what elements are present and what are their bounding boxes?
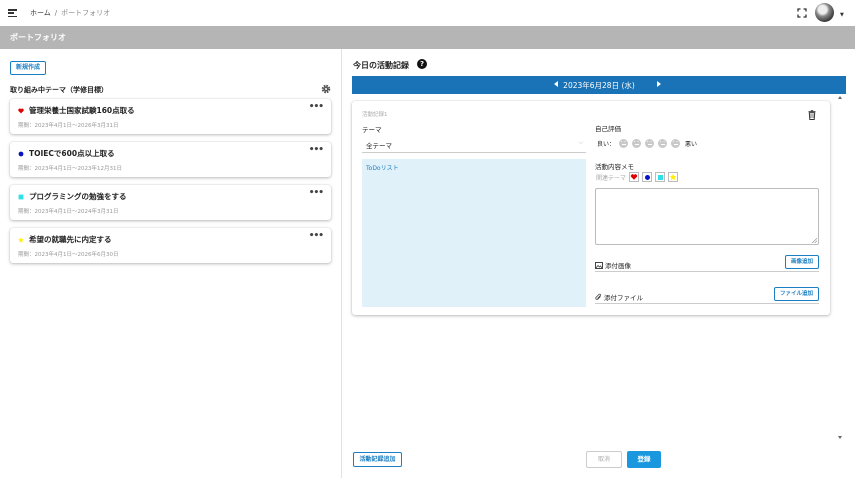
- rating-good-colon: ：: [609, 141, 616, 148]
- attach-file-row: 添付ファイル ファイル追加: [595, 286, 819, 304]
- related-circle-chip[interactable]: [642, 172, 653, 182]
- theme-period: 期間：2023年4月1日〜2026年6月30日: [18, 252, 119, 258]
- memo-label: 活動内容メモ: [595, 163, 634, 171]
- theme-card[interactable]: プログラミングの勉強をする 期間：2023年4月1日〜2024年3月31日 ••…: [10, 185, 331, 220]
- attach-image-label: 添付画像: [605, 262, 631, 270]
- more-options-icon[interactable]: •••: [309, 188, 324, 198]
- rating-good-label: 良い: [597, 141, 610, 148]
- resize-handle[interactable]: [812, 238, 817, 243]
- heart-icon: [630, 174, 638, 180]
- face-icon-1[interactable]: [619, 139, 629, 148]
- more-options-icon[interactable]: •••: [309, 102, 324, 112]
- self-eval-label: 自己評価: [595, 125, 621, 133]
- theme-period: 期間：2023年4月1日〜2024年3月31日: [18, 209, 119, 215]
- page-title: ポートフォリオ: [10, 33, 66, 42]
- menu-icon[interactable]: [8, 9, 17, 18]
- heart-icon: [18, 108, 24, 114]
- todo-list-label: ToDoリスト: [366, 165, 399, 172]
- related-heart-chip[interactable]: [629, 172, 640, 182]
- gear-icon[interactable]: [321, 84, 331, 94]
- cancel-button[interactable]: 取消: [586, 451, 622, 468]
- scrollbar[interactable]: [836, 94, 845, 441]
- theme-period: 期間：2023年4月1日〜2023年12月31日: [18, 166, 122, 172]
- face-icon-3[interactable]: [645, 139, 655, 148]
- add-image-button[interactable]: 画像追加: [784, 255, 819, 269]
- related-star-chip[interactable]: [668, 172, 679, 182]
- record-label: 活動記録1: [362, 112, 388, 118]
- attach-image-row: 添付画像 画像追加: [595, 254, 819, 272]
- memo-textarea[interactable]: [595, 188, 819, 245]
- attach-file-label: 添付ファイル: [604, 294, 643, 302]
- breadcrumb: ホーム / ポートフォリオ: [30, 8, 110, 18]
- rating-bad-label: 悪い: [685, 141, 698, 148]
- section-title: 取り組み中テーマ（学修目標）: [10, 86, 108, 94]
- breadcrumb-current: ポートフォリオ: [61, 9, 111, 17]
- scroll-up-icon[interactable]: [838, 96, 842, 99]
- square-icon: [657, 174, 663, 180]
- theme-title: プログラミングの勉強をする: [29, 192, 127, 201]
- star-icon: [18, 237, 24, 243]
- help-icon[interactable]: ?: [417, 59, 427, 69]
- theme-title: 管理栄養士国家試験160点取る: [29, 106, 135, 115]
- face-icon-4[interactable]: [658, 139, 668, 148]
- image-icon: [595, 261, 603, 269]
- attach-file-label-wrap: 添付ファイル: [595, 292, 643, 302]
- self-eval-rating: 良い： 悪い: [597, 139, 697, 148]
- fullscreen-icon[interactable]: [797, 8, 807, 18]
- theme-card[interactable]: TOIECで600点以上取る 期間：2023年4月1日〜2023年12月31日 …: [10, 142, 331, 177]
- breadcrumb-separator: /: [54, 9, 58, 17]
- activity-record-card: 活動記録1 テーマ 全テーマ ⌵ ToDoリスト 自己評価 良い： 悪い 活動内…: [352, 101, 830, 315]
- face-icon-5[interactable]: [671, 139, 681, 148]
- activity-panel: 今日の活動記録 ? 2023年6月28日 (水) 活動記録1 テーマ 全テーマ …: [343, 49, 855, 478]
- avatar[interactable]: [815, 3, 834, 22]
- submit-button[interactable]: 登録: [627, 451, 661, 468]
- more-options-icon[interactable]: •••: [309, 145, 324, 155]
- next-date-icon[interactable]: [657, 81, 661, 87]
- related-label: 関連テーマ: [596, 174, 627, 182]
- star-icon: [669, 173, 677, 181]
- related-themes: 関連テーマ: [596, 172, 679, 182]
- chevron-down-icon: ⌵: [578, 139, 583, 146]
- more-options-icon[interactable]: •••: [309, 231, 324, 241]
- circle-icon: [18, 151, 24, 157]
- paperclip-icon: [595, 293, 601, 300]
- todo-list[interactable]: ToDoリスト: [362, 159, 586, 307]
- date-navigator: 2023年6月28日 (水): [352, 76, 846, 94]
- page-title-bar: ポートフォリオ: [0, 26, 855, 49]
- theme-select[interactable]: 全テーマ ⌵: [362, 134, 586, 153]
- face-icon-2[interactable]: [632, 139, 642, 148]
- new-theme-button[interactable]: 新規作成: [10, 61, 46, 75]
- circle-icon: [644, 174, 650, 180]
- theme-period: 期間：2023年4月1日〜2026年3月31日: [18, 123, 119, 129]
- theme-panel: 新規作成 取り組み中テーマ（学修目標） 管理栄養士国家試験160点取る 期間：2…: [0, 49, 342, 478]
- add-file-button[interactable]: ファイル追加: [773, 287, 819, 301]
- activity-title: 今日の活動記録: [353, 61, 409, 70]
- theme-field-label: テーマ: [362, 126, 382, 134]
- square-icon: [18, 194, 24, 200]
- breadcrumb-home[interactable]: ホーム: [30, 9, 51, 17]
- theme-card[interactable]: 希望の就職先に内定する 期間：2023年4月1日〜2026年6月30日 •••: [10, 228, 331, 263]
- theme-card[interactable]: 管理栄養士国家試験160点取る 期間：2023年4月1日〜2026年3月31日 …: [10, 99, 331, 134]
- scroll-down-icon[interactable]: [838, 436, 842, 439]
- related-square-chip[interactable]: [655, 172, 666, 182]
- chevron-down-icon[interactable]: ▼: [840, 12, 844, 18]
- theme-title: TOIECで600点以上取る: [29, 149, 115, 158]
- top-bar: ホーム / ポートフォリオ ▼: [0, 0, 855, 26]
- attach-image-label-wrap: 添付画像: [595, 260, 631, 270]
- theme-select-value: 全テーマ: [366, 142, 392, 150]
- theme-title: 希望の就職先に内定する: [29, 235, 112, 244]
- current-date: 2023年6月28日 (水): [563, 81, 635, 90]
- trash-icon[interactable]: [808, 110, 816, 120]
- add-record-button[interactable]: 活動記録追加: [353, 452, 402, 467]
